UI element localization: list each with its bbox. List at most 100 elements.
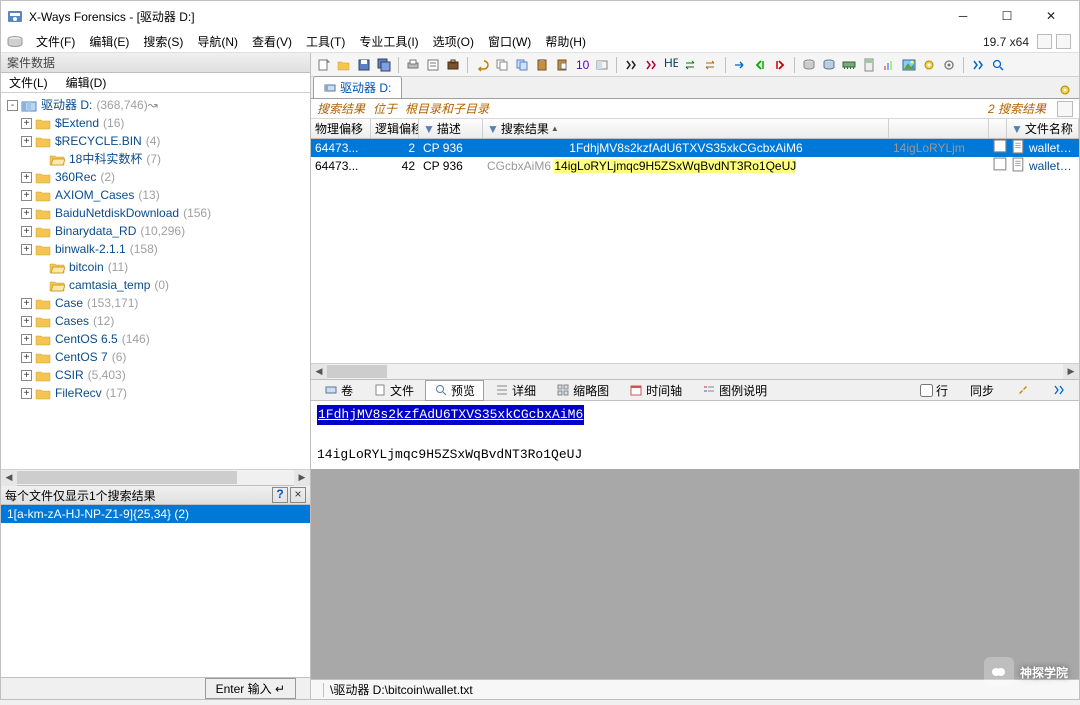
tree-item[interactable]: +$Extend(16) [17,114,308,132]
tree-item[interactable]: +CentOS 7(6) [17,348,308,366]
scroll-left-icon[interactable]: ◀ [1,470,17,486]
sync-view-icon[interactable] [969,56,987,74]
expand-toggle-icon[interactable]: + [21,244,32,255]
menu-options[interactable]: 选项(O) [426,31,481,52]
analyze-icon[interactable] [880,56,898,74]
open-icon[interactable] [335,56,353,74]
undo-icon[interactable] [473,56,491,74]
crumb-scope[interactable]: 根目录和子目录 [405,100,489,117]
replace-hex-icon[interactable] [702,56,720,74]
expand-toggle-icon[interactable]: - [7,100,18,111]
settings-icon[interactable] [940,56,958,74]
copy-icon[interactable] [493,56,511,74]
calc-icon[interactable] [860,56,878,74]
menu-nav[interactable]: 导航(N) [190,31,245,52]
find-hex-label-icon[interactable]: HEX [662,56,680,74]
menu-edit[interactable]: 编辑(E) [82,31,136,52]
tree-item[interactable]: -驱动器 D:(368,746) ↝ [3,96,308,114]
result-row[interactable]: 64473...2CP 9361FdhjMV8s2kzfAdU6TXVS35xk… [311,139,1079,157]
forward-icon[interactable] [771,56,789,74]
menu-protools[interactable]: 专业工具(I) [352,31,425,52]
case-file-menu[interactable]: 文件(L) [5,73,52,92]
dtab-thumbs[interactable]: 缩略图 [547,380,618,401]
case-icon[interactable] [444,56,462,74]
crumb-tool-icon[interactable] [1057,101,1073,117]
menu-file[interactable]: 文件(F) [29,31,82,52]
col-physical-offset[interactable]: 物理偏移 [311,119,371,138]
tree-item[interactable]: +360Rec(2) [17,168,308,186]
dtab-volume[interactable]: 卷 [315,380,362,401]
paste-write-icon[interactable] [553,56,571,74]
preview-line-2[interactable]: 14igLoRYLjmqc9H5ZSxWqBvdNT3Ro1QeUJ [317,447,582,462]
close-panel-icon[interactable]: × [290,487,306,503]
expand-toggle-icon[interactable]: + [21,118,32,129]
filter-icon[interactable]: ▼ [487,119,499,138]
scroll-thumb[interactable] [327,365,387,378]
dtab-file[interactable]: 文件 [364,380,423,401]
paste-icon[interactable] [533,56,551,74]
tree-item[interactable]: +BaiduNetdiskDownload(156) [17,204,308,222]
tree-item[interactable]: +$RECYCLE.BIN(4) [17,132,308,150]
scroll-thumb[interactable] [17,471,237,484]
expand-toggle-icon[interactable]: + [21,334,32,345]
result-row[interactable]: 64473...42CP 936CGcbxAiM6 14igLoRYLjmqc9… [311,157,1079,175]
tree-item[interactable]: +Case(153,171) [17,294,308,312]
enter-button[interactable]: Enter 输入 ↵ [205,678,296,699]
filter-icon[interactable]: ▼ [423,119,435,138]
disk2-icon[interactable] [820,56,838,74]
gear-tb-icon[interactable] [920,56,938,74]
grid-h-scrollbar[interactable]: ◀ ▶ [311,363,1079,379]
dtab-details[interactable]: 详细 [486,380,545,401]
search-terms-list[interactable]: 1[a-km-zA-HJ-NP-Z1-9]{25,34} (2) [1,505,310,677]
tree-item[interactable]: +AXIOM_Cases(13) [17,186,308,204]
find-icon[interactable] [622,56,640,74]
child-close-icon[interactable] [1056,34,1071,49]
picture-icon[interactable] [900,56,918,74]
hex-icon[interactable]: 101 [573,56,591,74]
expand-toggle-icon[interactable]: + [21,136,32,147]
col-description[interactable]: ▼描述 [419,119,483,138]
case-edit-menu[interactable]: 编辑(D) [62,73,111,92]
scroll-right-icon[interactable]: ▶ [294,470,310,486]
go-offset-icon[interactable] [731,56,749,74]
props-icon[interactable] [424,56,442,74]
line-checkbox[interactable] [920,384,933,397]
col-logical-offset[interactable]: 逻辑偏移 [371,119,419,138]
expand-toggle-icon[interactable]: + [21,172,32,183]
find-text-icon[interactable] [642,56,660,74]
tree-item[interactable]: +Binarydata_RD(10,296) [17,222,308,240]
expand-toggle-icon[interactable]: + [21,370,32,381]
dtab-pin-icon[interactable] [1007,380,1039,401]
tree-item[interactable]: +CentOS 6.5(146) [17,330,308,348]
save-project-icon[interactable] [375,56,393,74]
preview-line-1[interactable]: 1FdhjMV8s2kzfAdU6TXVS35xkCGcbxAiM6 [317,405,584,425]
scroll-right-icon[interactable]: ▶ [1063,364,1079,379]
maximize-button[interactable]: ☐ [985,2,1029,30]
expand-toggle-icon[interactable]: + [21,298,32,309]
crumb-results[interactable]: 搜索结果 [317,100,365,117]
tab-options-icon[interactable] [1057,82,1073,98]
expand-toggle-icon[interactable]: + [21,190,32,201]
tree-item[interactable]: +Cases(12) [17,312,308,330]
tree-item[interactable]: +camtasia_temp(0) [31,276,308,294]
tree-item[interactable]: +bitcoin(11) [31,258,308,276]
row-checkbox-icon[interactable] [993,157,1007,172]
tree-item[interactable]: +18中科实数杯(7) [31,150,308,168]
col-filename[interactable]: ▼文件名称 [1007,119,1079,138]
close-button[interactable]: ✕ [1029,2,1073,30]
replace-icon[interactable] [682,56,700,74]
dtab-timeline[interactable]: 时间轴 [620,380,691,401]
preview-pane[interactable]: 1FdhjMV8s2kzfAdU6TXVS35xkCGcbxAiM6 14igL… [311,401,1079,679]
menu-window[interactable]: 窗口(W) [481,31,538,52]
disk-icon[interactable] [800,56,818,74]
tree-item[interactable]: +binwalk-2.1.1(158) [17,240,308,258]
line-toggle[interactable]: 行 [911,380,957,401]
tree-item[interactable]: +FileRecv(17) [17,384,308,402]
sync-search-icon[interactable] [989,56,1007,74]
ram-icon[interactable] [840,56,858,74]
define-block-icon[interactable] [593,56,611,74]
back-icon[interactable] [751,56,769,74]
directory-tree[interactable]: -驱动器 D:(368,746) ↝+$Extend(16)+$RECYCLE.… [1,93,310,469]
tab-drive-d[interactable]: 驱动器 D: [313,76,402,98]
expand-toggle-icon[interactable]: + [21,352,32,363]
